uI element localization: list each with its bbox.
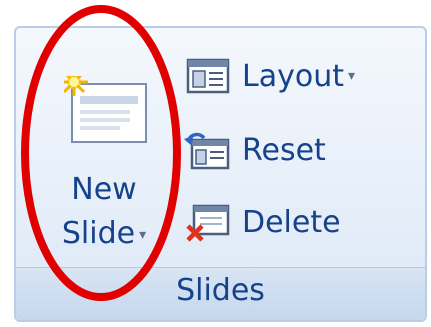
group-footer: Slides — [16, 267, 425, 320]
new-slide-dropdown-icon[interactable]: ▾ — [139, 227, 146, 243]
reset-button[interactable]: Reset — [184, 124, 420, 176]
new-slide-button[interactable]: New Slide ▾ — [42, 46, 166, 266]
reset-icon — [184, 132, 230, 170]
new-slide-label-line2: Slide ▾ — [42, 216, 166, 251]
new-slide-label-line1: New — [71, 172, 137, 207]
group-label: Slides — [176, 273, 265, 308]
new-slide-icon — [64, 76, 147, 143]
divider — [0, 322, 431, 327]
layout-button[interactable]: Layout ▾ — [184, 50, 420, 102]
new-slide-label-line2-text: Slide — [61, 216, 136, 251]
reset-label: Reset — [242, 132, 326, 168]
layout-dropdown-icon[interactable]: ▾ — [348, 68, 355, 84]
delete-button[interactable]: Delete — [184, 196, 420, 248]
delete-icon — [186, 204, 230, 242]
delete-label: Delete — [242, 204, 341, 240]
layout-label: Layout — [242, 58, 344, 94]
layout-icon — [186, 58, 230, 94]
